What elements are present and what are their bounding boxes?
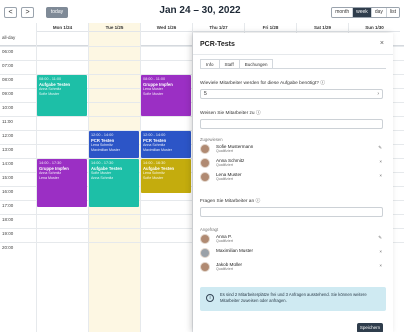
day-header[interactable]: Sun 1/30 xyxy=(348,23,400,32)
staff-row: Sofie Mustermann Qualifiziert ✎ xyxy=(200,143,386,155)
help-icon[interactable]: ⓘ xyxy=(255,199,260,204)
remove-icon[interactable]: × xyxy=(379,249,382,254)
event-staff: Sofie Muster xyxy=(143,92,164,96)
panel-divider xyxy=(193,54,393,55)
staff-qualification: Qualifiziert xyxy=(216,267,233,271)
help-icon[interactable]: ⓘ xyxy=(320,81,325,86)
event-staff: Lena Muster xyxy=(39,176,59,180)
staff-row: Anna Schmitz Qualifiziert × xyxy=(200,157,386,169)
day-header[interactable]: Fri 1/28 xyxy=(244,23,296,32)
staff-qualification: Qualifiziert xyxy=(216,239,233,243)
view-month-button[interactable]: month xyxy=(332,8,353,17)
event-time: 14:00 - 17:30 xyxy=(39,161,62,165)
event-staff: Anna Schmitz xyxy=(91,176,114,180)
event-staff: Maximilian Muster xyxy=(91,148,120,152)
all-day-label: all-day xyxy=(2,35,16,40)
day-header[interactable]: Mon 1/24 xyxy=(36,23,88,32)
staff-row: Anna P. Qualifiziert ✎ xyxy=(200,233,386,245)
avatar xyxy=(200,234,210,244)
event-staff: Sofie Muster xyxy=(143,176,164,180)
assign-staff-label: Weisen Sie Mitarbeiter zu ⓘ xyxy=(200,111,261,116)
day-header[interactable]: Tue 1/25 xyxy=(88,23,140,32)
view-week-button[interactable]: week xyxy=(352,8,371,17)
event-staff: Maximilian Muster xyxy=(143,148,172,152)
calendar-event[interactable]: 12:00 - 14:00 PCR Testen Lena Schmitz Maxim… xyxy=(89,131,139,158)
avatar xyxy=(200,248,210,258)
staff-row: Lena Muster Qualifiziert × xyxy=(200,171,386,183)
info-text: Es sind 2 Mitarbeiterplätze frei und 3 A… xyxy=(220,292,367,303)
day-header[interactable]: Sat 1/29 xyxy=(296,23,348,32)
tab-underline xyxy=(200,68,386,69)
next-week-button[interactable]: > xyxy=(21,7,34,18)
assigned-section-label: Zugewiesen xyxy=(200,137,223,142)
staff-qualification: Qualifiziert xyxy=(216,149,233,153)
event-time: 14:00 - 16:30 xyxy=(143,161,166,165)
view-day-button[interactable]: day xyxy=(370,8,386,17)
request-staff-input[interactable] xyxy=(200,207,383,217)
staff-row: Jakob Müller Qualifiziert × xyxy=(200,261,386,273)
today-button[interactable]: today xyxy=(46,7,68,18)
avatar xyxy=(200,172,210,182)
assign-staff-input[interactable] xyxy=(200,119,383,129)
chevron-right-icon: › xyxy=(377,91,379,97)
view-list-button[interactable]: list xyxy=(385,8,399,17)
hour-label: 20:00 xyxy=(2,245,14,250)
request-staff-label: Fragen Sie Mitarbeiter an ⓘ xyxy=(200,199,261,204)
calendar-event[interactable]: 14:00 - 16:30 Aufgabe Testen Lena Schmitz S… xyxy=(141,159,191,193)
task-detail-panel: PCR-Tests × Info Staff Buchungen Wieviele … xyxy=(193,33,393,332)
staff-qualification: Qualifiziert xyxy=(216,163,233,167)
calendar-event[interactable]: 08:00 - 11:00 Gruppe Impfen Lena Muster Sof… xyxy=(141,75,191,116)
event-time: 12:00 - 14:00 xyxy=(91,133,114,137)
panel-title: PCR-Tests xyxy=(200,41,235,48)
event-time: 12:00 - 14:00 xyxy=(143,133,166,137)
event-time: 14:00 - 17:30 xyxy=(91,161,114,165)
event-time: 08:00 - 11:00 xyxy=(143,77,166,81)
remove-icon[interactable]: × xyxy=(379,263,382,268)
event-staff: Sofie Muster xyxy=(39,92,60,96)
staff-row: Maximilian Muster × xyxy=(200,247,386,259)
avatar xyxy=(200,158,210,168)
help-icon[interactable]: ⓘ xyxy=(256,111,261,116)
event-time: 08:00 - 11:00 xyxy=(39,77,62,81)
info-alert: i Es sind 2 Mitarbeiterplätze frei und 3… xyxy=(200,287,386,311)
remove-icon[interactable]: × xyxy=(379,159,382,164)
calendar-title: Jan 24 – 30, 2022 xyxy=(159,5,241,16)
remove-icon[interactable]: × xyxy=(379,173,382,178)
save-button[interactable]: Speichern xyxy=(357,323,383,332)
staff-count-select[interactable]: 5 › xyxy=(200,89,383,99)
day-header[interactable]: Thu 1/27 xyxy=(192,23,244,32)
staff-count-label: Wieviele Mitarbeiter werden für diese Au… xyxy=(200,81,326,86)
prev-week-button[interactable]: < xyxy=(4,7,17,18)
day-header[interactable]: Wed 1/26 xyxy=(140,23,192,32)
staff-qualification: Qualifiziert xyxy=(216,177,233,181)
calendar-event[interactable]: 14:00 - 17:30 Gruppe Impfen Anna Schmitz Le… xyxy=(37,159,87,207)
edit-icon[interactable]: ✎ xyxy=(378,235,382,241)
staff-name: Maximilian Muster xyxy=(216,248,254,253)
calendar-event[interactable]: 12:00 - 14:00 PCR Testen Anna Schmitz Maxim… xyxy=(141,131,191,158)
close-icon[interactable]: × xyxy=(380,40,384,47)
view-switcher: month week day list xyxy=(331,7,400,18)
requested-section-label: Angefragt xyxy=(200,227,219,232)
calendar-event[interactable]: 08:00 - 11:00 Aufgabe Testen Anna Schmitz S… xyxy=(37,75,87,116)
info-icon: i xyxy=(206,294,214,302)
calendar-event[interactable]: 14:00 - 17:30 Aufgabe Testen Sofie Muster A… xyxy=(89,159,139,207)
edit-icon[interactable]: ✎ xyxy=(378,145,382,151)
avatar xyxy=(200,262,210,272)
avatar xyxy=(200,144,210,154)
